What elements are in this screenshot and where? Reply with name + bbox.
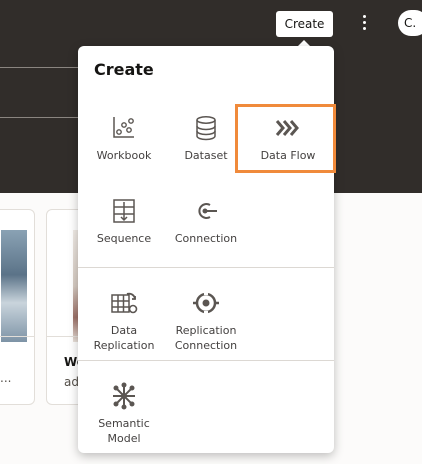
menu-divider: [78, 360, 334, 361]
menu-item-label: Replication Connection: [174, 324, 238, 352]
connection-icon: [198, 203, 217, 219]
divider-line: [0, 67, 80, 68]
divider-line: [0, 117, 80, 118]
menu-item-data-replication[interactable]: Data Replication: [86, 289, 162, 353]
card-divider: [0, 336, 34, 337]
replication-connection-icon: [193, 290, 219, 316]
menu-title: Create: [94, 60, 154, 79]
menu-item-replication-connection[interactable]: Replication Connection: [168, 289, 244, 353]
more-options-icon[interactable]: [355, 10, 373, 36]
menu-item-label: Sequence: [96, 232, 152, 245]
menu-item-label: Workbook: [96, 149, 152, 162]
menu-item-connection[interactable]: Connection: [168, 197, 244, 246]
sequence-icon: [113, 199, 135, 223]
menu-divider: [78, 267, 334, 268]
menu-item-label: Connection: [174, 232, 238, 245]
menu-item-dataset[interactable]: Dataset: [168, 114, 244, 163]
menu-item-label: Semantic Model: [98, 417, 150, 445]
card-subtitle: ad: [64, 375, 79, 389]
create-button[interactable]: Create: [276, 11, 333, 37]
dataset-icon: [196, 116, 216, 141]
menu-item-semantic-model[interactable]: Semantic Model: [86, 382, 162, 446]
menu-item-sequence[interactable]: Sequence: [86, 197, 162, 246]
semantic-model-icon: [113, 382, 135, 410]
highlight-box: [235, 104, 336, 173]
workbook-icon: [113, 117, 134, 138]
data-replication-icon: [111, 292, 138, 314]
menu-item-workbook[interactable]: Workbook: [86, 114, 162, 163]
card-title-truncated: ...: [0, 371, 12, 385]
avatar[interactable]: C.: [398, 10, 422, 36]
menu-item-label: Data Replication: [93, 324, 155, 352]
menu-item-label: Dataset: [184, 149, 228, 162]
card-thumbnail: [1, 230, 27, 342]
